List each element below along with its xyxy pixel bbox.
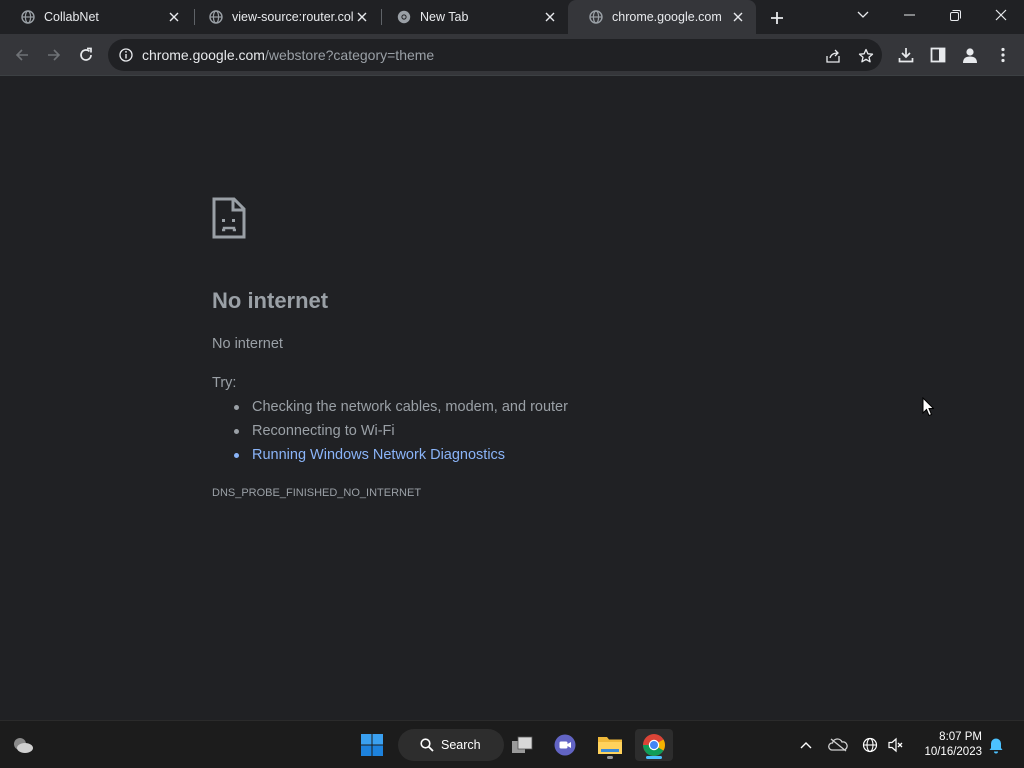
close-icon[interactable] <box>730 9 746 25</box>
system-clock[interactable]: 8:07 PM 10/16/2023 <box>924 730 982 760</box>
chrome-icon <box>396 9 412 25</box>
tab-title: CollabNet <box>44 10 99 24</box>
running-indicator <box>607 756 613 759</box>
try-label: Try: <box>212 375 237 391</box>
url-path: /webstore?category=theme <box>264 47 435 63</box>
tab-title: chrome.google.com <box>612 10 722 24</box>
network-globe-icon[interactable] <box>860 735 880 755</box>
share-icon[interactable] <box>824 47 842 65</box>
menu-kebab-icon[interactable] <box>993 45 1013 65</box>
chrome-taskbar-button[interactable] <box>635 729 673 761</box>
file-explorer-button[interactable] <box>593 729 627 761</box>
folder-icon <box>598 737 622 754</box>
mouse-cursor-icon <box>922 397 934 417</box>
tab-title: New Tab <box>420 10 469 24</box>
suggestion-list: Checking the network cables, modem, and … <box>234 395 568 467</box>
minimize-icon <box>903 14 915 16</box>
start-button[interactable] <box>356 729 388 761</box>
clock-date: 10/16/2023 <box>924 746 982 758</box>
page-content: No internet No internet Try: Checking th… <box>0 77 1024 720</box>
close-window-button[interactable] <box>978 0 1024 30</box>
tab-chrome-google[interactable]: chrome.google.com <box>568 0 756 34</box>
sad-page-icon <box>212 197 246 239</box>
reload-icon <box>80 47 92 61</box>
tab-title: view-source:router.colla <box>232 10 354 24</box>
toolbar: chrome.google.com/webstore?category=them… <box>0 34 1024 76</box>
close-icon <box>995 9 1007 21</box>
error-code: DNS_PROBE_FINISHED_NO_INTERNET <box>212 487 422 499</box>
teams-chat-button[interactable] <box>549 729 581 761</box>
tab-view-source[interactable]: view-source:router.colla <box>188 0 380 34</box>
taskbar-search[interactable]: Search <box>398 729 504 761</box>
side-panel-icon[interactable] <box>928 45 948 65</box>
tab-strip: CollabNet view-source:router.colla New T… <box>0 0 1024 34</box>
active-indicator <box>646 756 662 759</box>
chevron-up-icon <box>800 742 812 749</box>
search-icon <box>420 738 434 752</box>
close-icon[interactable] <box>354 9 370 25</box>
suggestion-item: Reconnecting to Wi-Fi <box>234 419 568 443</box>
globe-icon <box>208 9 224 25</box>
volume-muted-icon[interactable] <box>886 735 906 755</box>
globe-icon <box>588 9 604 25</box>
forward-arrow-icon <box>48 49 61 61</box>
network-diagnostics-link[interactable]: Running Windows Network Diagnostics <box>234 443 568 467</box>
plus-icon <box>771 12 783 24</box>
chevron-down-icon <box>857 11 869 18</box>
forward-button[interactable] <box>42 43 66 67</box>
url-text[interactable]: chrome.google.com/webstore?category=them… <box>142 47 434 63</box>
weather-cloud-icon <box>14 738 33 753</box>
notification-bell-icon[interactable] <box>986 735 1006 755</box>
bookmark-star-icon[interactable] <box>857 47 875 65</box>
close-icon[interactable] <box>542 9 558 25</box>
error-title: No internet <box>212 288 329 313</box>
download-icon[interactable] <box>896 45 916 65</box>
windows-logo-icon <box>361 734 383 756</box>
taskbar: Search 8:07 PM 10/16/2023 <box>0 720 1024 768</box>
restore-button[interactable] <box>932 0 978 30</box>
reload-button[interactable] <box>74 43 98 67</box>
tab-new-tab[interactable]: New Tab <box>376 0 568 34</box>
close-icon[interactable] <box>166 9 182 25</box>
back-arrow-icon <box>15 49 28 61</box>
onedrive-icon[interactable] <box>828 735 848 755</box>
tab-search-button[interactable] <box>840 0 886 30</box>
clock-time: 8:07 PM <box>939 731 982 743</box>
chat-icon <box>554 734 576 756</box>
suggestion-item: Checking the network cables, modem, and … <box>234 395 568 419</box>
address-bar[interactable]: chrome.google.com/webstore?category=them… <box>108 39 882 71</box>
new-tab-button[interactable] <box>766 7 788 29</box>
error-subtitle: No internet <box>212 336 283 352</box>
tab-collabnet[interactable]: CollabNet <box>0 0 192 34</box>
globe-icon <box>20 9 36 25</box>
info-icon[interactable] <box>119 48 133 62</box>
minimize-button[interactable] <box>886 0 932 30</box>
profile-icon[interactable] <box>960 45 980 65</box>
search-label: Search <box>441 738 481 752</box>
task-view-button[interactable] <box>506 729 538 761</box>
task-view-icon <box>512 736 533 753</box>
back-button[interactable] <box>10 43 34 67</box>
show-hidden-icons-button[interactable] <box>796 735 816 755</box>
weather-widget[interactable] <box>8 729 38 761</box>
chrome-icon <box>643 734 665 756</box>
url-host: chrome.google.com <box>142 47 265 63</box>
restore-icon <box>949 9 961 21</box>
